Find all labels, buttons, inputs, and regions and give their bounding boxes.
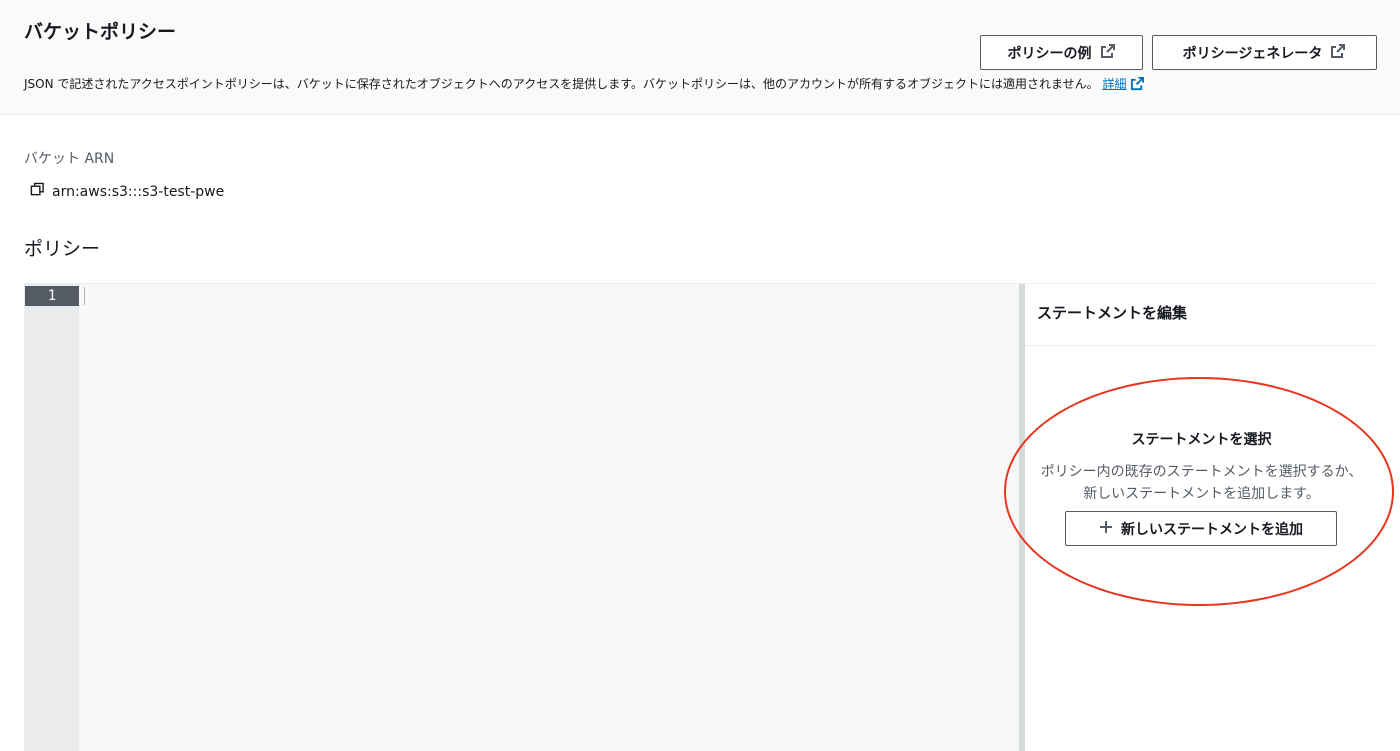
plus-icon — [1099, 520, 1113, 538]
policy-examples-label: ポリシーの例 — [1007, 45, 1092, 62]
external-link-icon[interactable] — [1130, 76, 1145, 94]
page-title: バケットポリシー — [24, 21, 177, 43]
policy-section-title: ポリシー — [24, 238, 101, 260]
select-statement-title: ステートメントを選択 — [1131, 432, 1272, 448]
line-number: 1 — [25, 286, 79, 306]
policy-editor: 1 ステートメントを編集 ステートメントを選択 ポリシー内の既存のステートメント… — [24, 283, 1378, 751]
select-statement-description: ポリシー内の既存のステートメントを選択するか、新しいステートメントを追加します。 — [1040, 464, 1363, 502]
policy-code-input[interactable] — [79, 284, 1019, 751]
add-new-statement-label: 新しいステートメントを追加 — [1121, 521, 1303, 538]
bucket-arn-value: arn:aws:s3:::s3-test-pwe — [52, 183, 225, 200]
line-number-gutter: 1 — [25, 284, 79, 751]
copy-icon[interactable] — [30, 182, 45, 201]
policy-description: JSON で記述されたアクセスポイントポリシーは、バケットに保存されたオブジェク… — [24, 75, 1145, 94]
edit-statement-title: ステートメントを編集 — [1025, 284, 1378, 346]
policy-generator-button[interactable]: ポリシージェネレータ — [1152, 35, 1377, 70]
edit-statement-panel: ステートメントを編集 ステートメントを選択 ポリシー内の既存のステートメントを選… — [1025, 284, 1378, 751]
policy-generator-label: ポリシージェネレータ — [1182, 45, 1323, 62]
external-link-icon — [1330, 43, 1346, 63]
add-new-statement-button[interactable]: 新しいステートメントを追加 — [1065, 511, 1337, 546]
learn-more-link[interactable]: 詳細 — [1102, 77, 1126, 91]
policy-examples-button[interactable]: ポリシーの例 — [980, 35, 1143, 70]
bucket-policy-header: バケットポリシー ポリシーの例 ポリシージェネレータ JSON で記述されたアク… — [0, 0, 1400, 115]
external-link-icon — [1100, 43, 1116, 63]
bucket-arn-row: arn:aws:s3:::s3-test-pwe — [30, 182, 224, 201]
policy-description-text: JSON で記述されたアクセスポイントポリシーは、バケットに保存されたオブジェク… — [24, 77, 1099, 91]
bucket-arn-label: バケット ARN — [24, 151, 115, 167]
text-cursor — [84, 287, 85, 305]
